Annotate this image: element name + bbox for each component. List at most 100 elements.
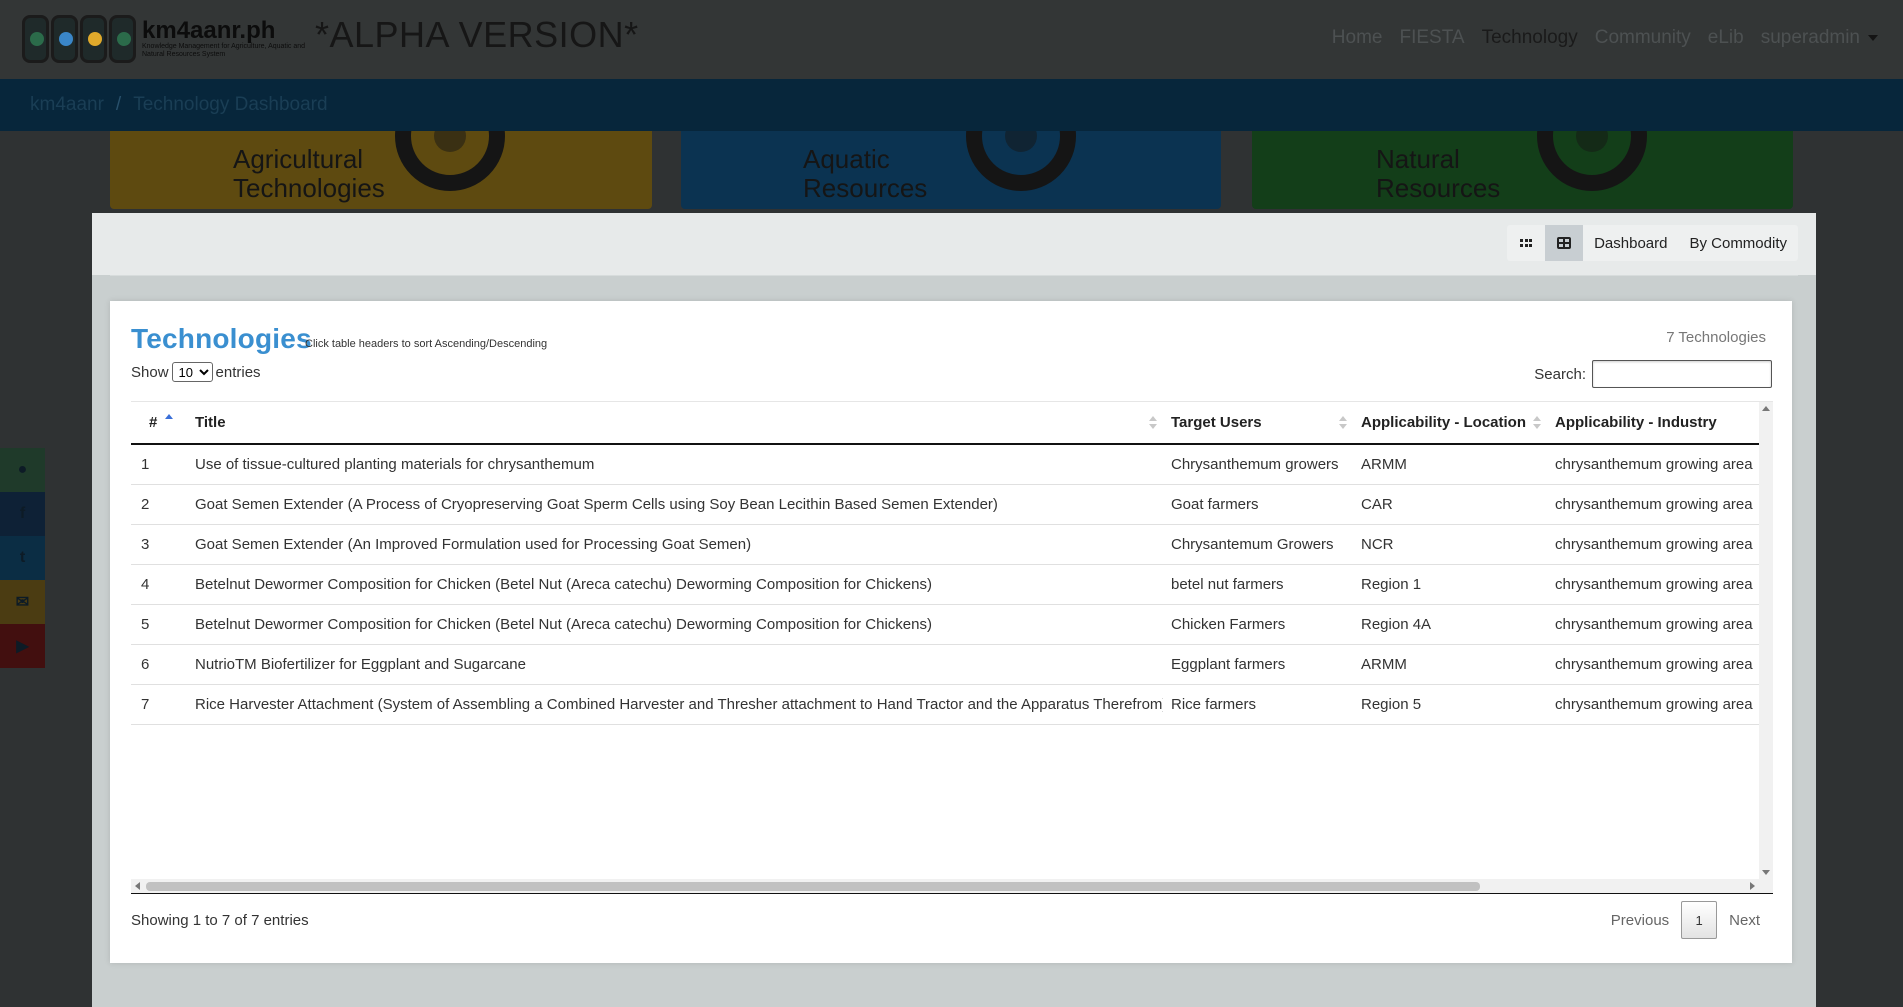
nav-community[interactable]: Community xyxy=(1595,27,1691,49)
logo-mark-icon xyxy=(22,15,136,63)
cell-industry: chrysanthemum growing area xyxy=(1547,524,1771,565)
logo-title: km4aanr.ph xyxy=(142,17,276,44)
facebook-icon[interactable]: f xyxy=(0,492,45,536)
site-logo[interactable]: km4aanr.ph Knowledge Management for Agri… xyxy=(22,14,312,64)
sort-asc-icon xyxy=(165,414,173,428)
youtube-icon[interactable]: ▶ xyxy=(0,624,45,668)
gear-icon xyxy=(1537,131,1647,191)
cell-title[interactable]: Goat Semen Extender (An Improved Formula… xyxy=(187,524,1163,565)
mascot-icon[interactable]: ● xyxy=(0,448,45,492)
page-length-control: Show 10 entries xyxy=(131,362,261,382)
top-navbar: km4aanr.ph Knowledge Management for Agri… xyxy=(0,0,1903,79)
cell-location: ARMM xyxy=(1353,644,1547,685)
breadcrumb-current: Technology Dashboard xyxy=(133,94,328,115)
cell-title[interactable]: NutrioTM Biofertilizer for Eggplant and … xyxy=(187,644,1163,685)
cell-number: 2 xyxy=(131,484,187,525)
cell-title[interactable]: Use of tissue-cultured planting material… xyxy=(187,444,1163,485)
column-header-location[interactable]: Applicability - Location xyxy=(1353,402,1547,445)
cell-number: 5 xyxy=(131,604,187,645)
page-1-button[interactable]: 1 xyxy=(1681,901,1718,939)
gear-icon xyxy=(395,131,505,191)
by-commodity-button[interactable]: By Commodity xyxy=(1678,225,1798,261)
email-icon[interactable]: ✉ xyxy=(0,580,45,624)
hero-label: Aquatic Resources xyxy=(803,144,928,203)
agricultural-technologies-card[interactable]: Agricultural Technologies xyxy=(110,131,652,209)
cell-location: CAR xyxy=(1353,484,1547,525)
hero-label: Natural Resources xyxy=(1376,144,1501,203)
column-header-target-users[interactable]: Target Users xyxy=(1163,402,1353,445)
table-row[interactable]: 2 Goat Semen Extender (A Process of Cryo… xyxy=(131,484,1771,525)
user-name: superadmin xyxy=(1760,27,1860,48)
grid-icon xyxy=(1520,238,1533,248)
cell-location: NCR xyxy=(1353,524,1547,565)
nav-home[interactable]: Home xyxy=(1332,27,1383,49)
nav-fiesta[interactable]: FIESTA xyxy=(1399,27,1464,49)
divider xyxy=(110,275,1798,276)
cell-target-users: Eggplant farmers xyxy=(1163,644,1353,685)
scrollbar-thumb[interactable] xyxy=(146,882,1480,891)
cell-industry: chrysanthemum growing area xyxy=(1547,484,1771,525)
column-header-number[interactable]: # xyxy=(131,402,187,445)
cell-target-users: Chrysanthemum growers xyxy=(1163,444,1353,485)
search-control: Search: xyxy=(1534,360,1772,388)
table-row[interactable]: 4 Betelnut Dewormer Composition for Chic… xyxy=(131,564,1771,605)
next-button[interactable]: Next xyxy=(1717,901,1772,939)
main-nav: Home FIESTA Technology Community eLib su… xyxy=(1332,27,1878,49)
main-panel: Dashboard By Commodity Technologies Clic… xyxy=(92,213,1816,1007)
technologies-table: # Title Target Users Applicability - Loc… xyxy=(131,402,1771,725)
cell-industry: chrysanthemum growing area xyxy=(1547,644,1771,685)
cell-number: 1 xyxy=(131,444,187,485)
scroll-right-icon[interactable] xyxy=(1750,882,1755,890)
table-row[interactable]: 6 NutrioTM Biofertilizer for Eggplant an… xyxy=(131,644,1771,685)
breadcrumb-home[interactable]: km4aanr xyxy=(30,94,104,115)
table-row[interactable]: 1 Use of tissue-cultured planting materi… xyxy=(131,444,1771,485)
table-info: Showing 1 to 7 of 7 entries xyxy=(131,912,309,929)
cell-title[interactable]: Goat Semen Extender (A Process of Cryopr… xyxy=(187,484,1163,525)
logo-subtitle: Knowledge Management for Agriculture, Aq… xyxy=(142,43,306,58)
cell-target-users: Chicken Farmers xyxy=(1163,604,1353,645)
table-row[interactable]: 5 Betelnut Dewormer Composition for Chic… xyxy=(131,604,1771,645)
column-header-industry[interactable]: Applicability - Industry xyxy=(1547,402,1771,445)
sort-icon xyxy=(1339,416,1347,430)
hero-label: Agricultural Technologies xyxy=(233,144,385,203)
entries-label: entries xyxy=(215,363,261,381)
cell-industry: chrysanthemum growing area xyxy=(1547,604,1771,645)
search-input[interactable] xyxy=(1592,360,1772,388)
cell-number: 3 xyxy=(131,524,187,565)
breadcrumb: km4aanr / Technology Dashboard xyxy=(30,94,328,116)
view-toggle-group: Dashboard By Commodity xyxy=(1507,225,1798,261)
nav-elib[interactable]: eLib xyxy=(1708,27,1744,49)
technology-count: 7 Technologies xyxy=(1666,329,1766,346)
twitter-icon[interactable]: t xyxy=(0,536,45,580)
cell-industry: chrysanthemum growing area xyxy=(1547,564,1771,605)
grid-view-button[interactable] xyxy=(1507,225,1545,261)
table-row[interactable]: 7 Rice Harvester Attachment (System of A… xyxy=(131,684,1771,725)
gear-icon xyxy=(966,131,1076,191)
cell-title[interactable]: Betelnut Dewormer Composition for Chicke… xyxy=(187,604,1163,645)
cell-industry: chrysanthemum growing area xyxy=(1547,684,1771,725)
cell-number: 7 xyxy=(131,684,187,725)
scroll-left-icon[interactable] xyxy=(135,882,140,890)
column-header-title[interactable]: Title xyxy=(187,402,1163,445)
nav-technology[interactable]: Technology xyxy=(1482,27,1578,49)
cell-target-users: Goat farmers xyxy=(1163,484,1353,525)
view-toolbar: Dashboard By Commodity xyxy=(92,213,1816,275)
technologies-card: Technologies Click table headers to sort… xyxy=(110,301,1792,963)
cell-title[interactable]: Betelnut Dewormer Composition for Chicke… xyxy=(187,564,1163,605)
previous-button[interactable]: Previous xyxy=(1599,901,1681,939)
user-menu[interactable]: superadmin xyxy=(1761,27,1878,49)
page-length-select[interactable]: 10 xyxy=(171,362,213,382)
table-scroll-area[interactable]: # Title Target Users Applicability - Loc… xyxy=(131,401,1773,894)
vertical-scrollbar[interactable] xyxy=(1759,402,1773,893)
table-row[interactable]: 3 Goat Semen Extender (An Improved Formu… xyxy=(131,524,1771,565)
table-icon xyxy=(1557,237,1572,249)
aquatic-resources-card[interactable]: Aquatic Resources xyxy=(681,131,1221,209)
cell-title[interactable]: Rice Harvester Attachment (System of Ass… xyxy=(187,684,1163,725)
breadcrumb-separator: / xyxy=(115,94,122,115)
table-view-button[interactable] xyxy=(1545,225,1584,261)
natural-resources-card[interactable]: Natural Resources xyxy=(1252,131,1793,209)
cell-target-users: betel nut farmers xyxy=(1163,564,1353,605)
horizontal-scrollbar[interactable] xyxy=(131,879,1759,893)
cell-number: 4 xyxy=(131,564,187,605)
dashboard-button[interactable]: Dashboard xyxy=(1583,225,1678,261)
